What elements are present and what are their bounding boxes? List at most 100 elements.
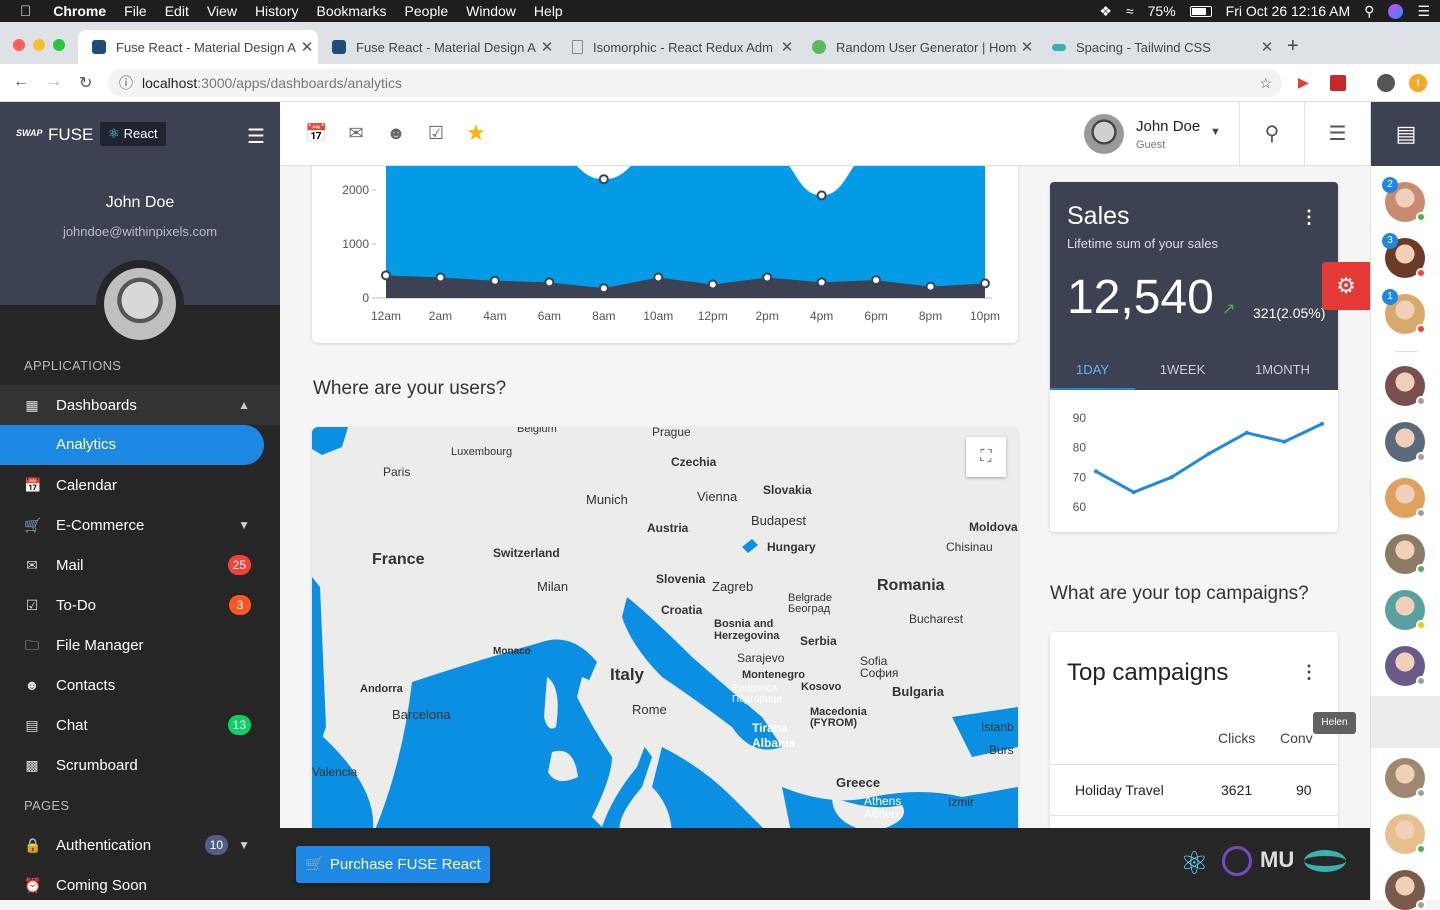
window-zoom-button[interactable]	[53, 39, 65, 51]
x-tick-label: 2am	[429, 309, 452, 323]
tab-close-icon[interactable]: ✕	[536, 38, 558, 56]
map-label: Milan	[537, 579, 569, 594]
sidebar-item-contacts[interactable]: ☻ Contacts	[0, 665, 280, 705]
menu-view[interactable]: View	[207, 3, 237, 19]
map-label: Paris	[383, 465, 411, 479]
contacts-shortcut-icon[interactable]: ☻	[385, 122, 407, 144]
menu-history[interactable]: History	[255, 3, 299, 19]
menu-bookmarks[interactable]: Bookmarks	[317, 3, 387, 19]
tab-close-icon[interactable]: ✕	[296, 38, 318, 56]
brand-tag: ⚛ React	[100, 122, 166, 146]
todo-shortcut-icon[interactable]: ☑	[425, 122, 447, 144]
apple-icon[interactable]: 	[20, 3, 31, 20]
menu-app-name[interactable]: Chrome	[53, 3, 106, 19]
clock[interactable]: Fri Oct 26 12:16 AM	[1226, 3, 1351, 19]
browser-tab[interactable]: Fuse React - Material Design A ✕	[318, 30, 558, 64]
hamburger-menu-icon[interactable]: ☰	[247, 124, 265, 149]
battery-icon[interactable]	[1189, 5, 1212, 17]
sidebar-item-mail[interactable]: ✉ Mail 25	[0, 545, 280, 585]
spotlight-search-icon[interactable]: ⚲	[1364, 3, 1374, 20]
window-close-button[interactable]	[13, 39, 25, 51]
browser-toolbar: ← → ↻ ⓘ localhost:3000/apps/dashboards/a…	[0, 64, 1440, 102]
lock-icon: 🔒	[24, 837, 42, 853]
wifi-icon[interactable]: ≈	[1126, 3, 1134, 19]
browser-tab[interactable]: Random User Generator | Hom ✕	[798, 30, 1038, 64]
reload-icon[interactable]: ↻	[79, 73, 92, 93]
purchase-button[interactable]: 🛒 Purchase FUSE React	[296, 846, 490, 883]
window-minimize-button[interactable]	[33, 39, 45, 51]
tab-close-icon[interactable]: ✕	[1256, 38, 1278, 56]
update-alert-icon[interactable]: !	[1409, 74, 1427, 92]
siri-icon[interactable]	[1388, 3, 1404, 19]
tailwind-logo-icon[interactable]	[1304, 850, 1346, 872]
map-label: Tirana Albania	[752, 721, 796, 750]
tab-1week[interactable]: 1WEEK	[1140, 350, 1225, 390]
back-arrow-icon[interactable]: ←	[13, 73, 29, 91]
y-tick-label: 90	[1073, 411, 1087, 425]
redux-logo-icon[interactable]	[1222, 846, 1252, 876]
more-vert-icon[interactable]: ⋮	[1300, 663, 1318, 681]
react-logo-icon[interactable]: ⚛	[1180, 844, 1209, 882]
chevron-down-icon: ▼	[238, 518, 250, 532]
x-tick-label: 12pm	[698, 309, 728, 323]
status-dot	[1416, 212, 1426, 222]
dropbox-icon[interactable]: ❖	[1099, 3, 1112, 20]
map-label: Czechia	[671, 455, 717, 469]
menu-edit[interactable]: Edit	[165, 3, 189, 19]
extension-red-icon[interactable]	[1330, 75, 1346, 91]
search-button[interactable]: ⚲	[1240, 102, 1305, 166]
sidebar-item-coming-soon[interactable]: ⏰ Coming Soon	[0, 865, 280, 900]
sidebar-item-ecommerce[interactable]: 🛒 E-Commerce ▼	[0, 505, 280, 545]
profile-avatar-icon[interactable]	[1377, 74, 1395, 92]
tab-1day[interactable]: 1DAY	[1050, 350, 1135, 390]
menu-window[interactable]: Window	[466, 3, 516, 19]
cart-icon: 🛒	[305, 856, 324, 873]
tab-1month[interactable]: 1MONTH	[1240, 350, 1325, 390]
mail-shortcut-icon[interactable]: ✉	[345, 122, 367, 144]
sidebar-item-file-manager[interactable]: 🗀 File Manager	[0, 625, 280, 665]
series-area	[386, 166, 985, 298]
users-map[interactable]: Belgium Paris Luxembourg Prague Czechia …	[312, 427, 1018, 828]
battery-percent[interactable]: 75%	[1148, 3, 1176, 19]
table-row[interactable]: Holiday Travel 3621 90	[1050, 764, 1338, 816]
fullscreen-button[interactable]: ⛶	[966, 437, 1006, 477]
browser-tab[interactable]: Isomorphic - React Redux Adm ✕	[558, 30, 798, 64]
material-ui-logo-icon[interactable]: MU	[1260, 847, 1294, 873]
new-tab-button[interactable]: +	[1287, 35, 1299, 58]
forward-arrow-icon[interactable]: →	[46, 73, 62, 91]
bookmark-star-icon[interactable]: ☆	[1259, 69, 1272, 97]
tab-close-icon[interactable]: ✕	[776, 38, 798, 56]
site-info-icon[interactable]: ⓘ	[119, 69, 133, 97]
list-icon: ☰	[1328, 123, 1347, 145]
menu-file[interactable]: File	[124, 3, 147, 19]
settings-button[interactable]: ⚙	[1322, 262, 1370, 310]
notification-center-icon[interactable]: ☰	[1417, 3, 1430, 20]
sidebar-item-chat[interactable]: ▤ Chat 13	[0, 705, 280, 745]
sidebar-item-calendar[interactable]: 📅 Calendar	[0, 465, 280, 505]
sidebar-item-todo[interactable]: ☑ To-Do 3	[0, 585, 280, 625]
swap-logo-icon: SWAP	[16, 128, 43, 138]
more-vert-icon[interactable]: ⋮	[1300, 208, 1318, 226]
address-bar[interactable]: ⓘ localhost:3000/apps/dashboards/analyti…	[108, 69, 1282, 97]
star-shortcut-icon[interactable]: ★	[465, 122, 487, 144]
sidebar-item-dashboards[interactable]: ▦ Dashboards ▲	[0, 385, 280, 425]
map-label: Slovenia	[656, 572, 706, 586]
quick-panel-button[interactable]: ☰	[1305, 102, 1370, 166]
sidebar-item-analytics[interactable]: Analytics	[0, 425, 264, 465]
extension-play-icon[interactable]: ▶	[1298, 74, 1314, 90]
chat-toggle-button[interactable]: ▤	[1371, 102, 1440, 166]
sidebar-avatar[interactable]	[96, 260, 184, 348]
browser-tab[interactable]: Spacing - Tailwind CSS ✕	[1038, 30, 1278, 64]
sidebar-item-scrumboard[interactable]: ▩ Scrumboard	[0, 745, 280, 785]
calendar-shortcut-icon[interactable]: 📅	[305, 122, 327, 144]
data-point	[871, 275, 882, 286]
menu-help[interactable]: Help	[534, 3, 563, 19]
sidebar-item-authentication[interactable]: 🔒 Authentication 10 ▼	[0, 825, 280, 865]
cart-icon: 🛒	[24, 517, 42, 533]
tab-close-icon[interactable]: ✕	[1016, 38, 1038, 56]
chat-contacts-panel: ▤ 2 3 1	[1370, 102, 1440, 910]
menu-people[interactable]: People	[405, 3, 449, 19]
x-tick-label: 4am	[483, 309, 506, 323]
user-menu-button[interactable]: John Doe Guest ▼	[1076, 102, 1240, 166]
browser-tab-active[interactable]: Fuse React - Material Design A ✕	[78, 30, 318, 64]
